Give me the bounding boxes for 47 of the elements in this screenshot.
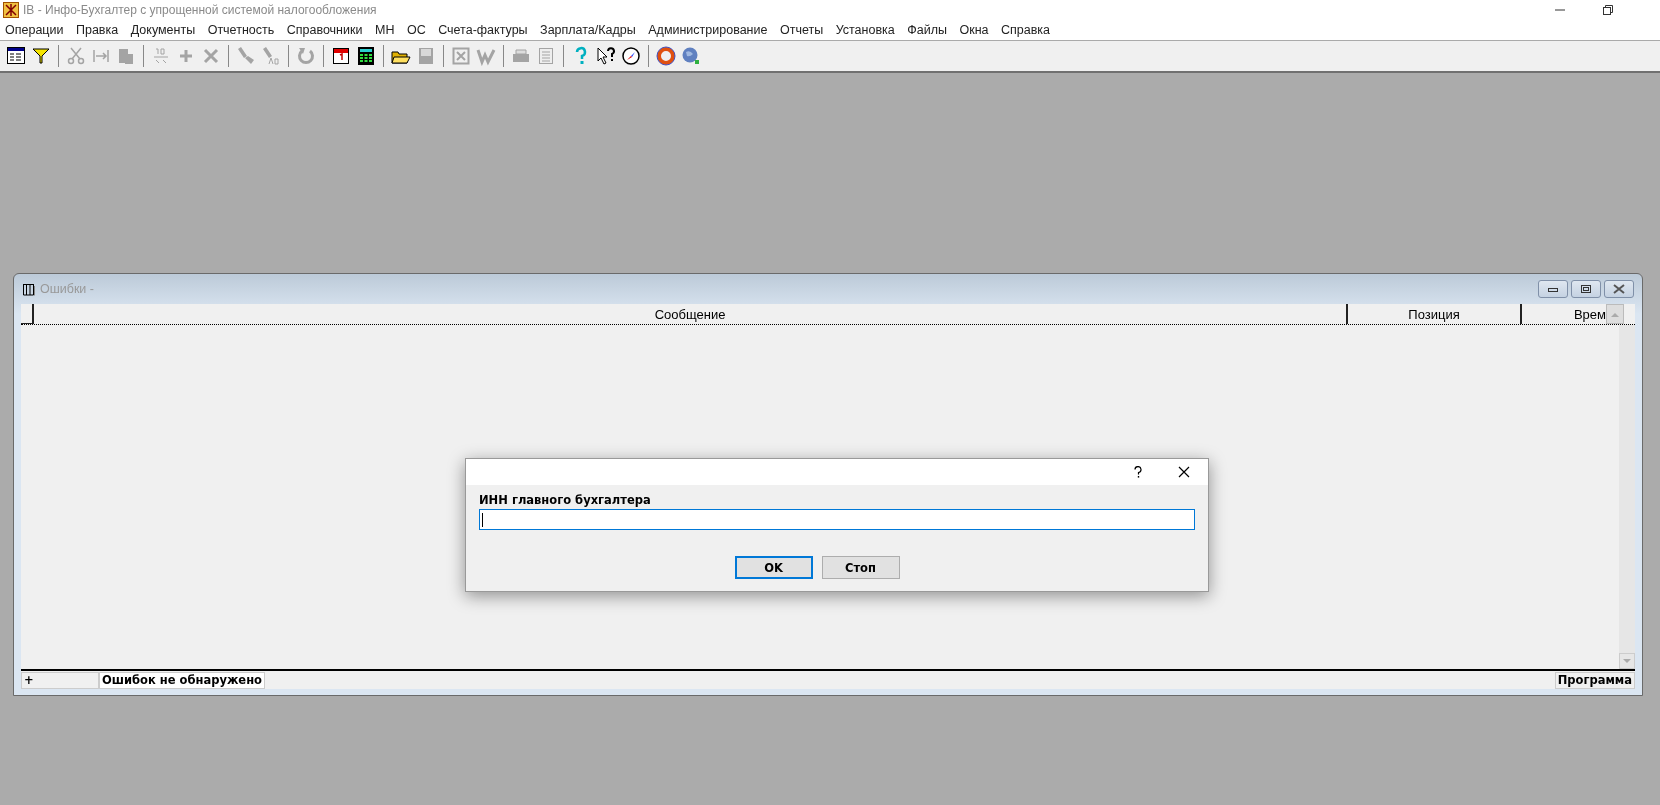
field-label: ИНН главного бухгалтера bbox=[479, 493, 652, 507]
globe-icon[interactable] bbox=[681, 46, 701, 66]
restore-icon[interactable] bbox=[1602, 4, 1614, 16]
menu-item[interactable]: Зарплата/Кадры bbox=[540, 23, 643, 37]
form-icon[interactable] bbox=[6, 46, 26, 66]
menu-item[interactable]: Справочники bbox=[286, 23, 369, 37]
menu-item[interactable]: ОС bbox=[406, 23, 433, 37]
status-cell: Программа bbox=[1554, 672, 1635, 689]
menu-item[interactable]: Окна bbox=[959, 23, 996, 37]
filter-icon[interactable] bbox=[31, 46, 51, 66]
minimize-icon bbox=[1547, 285, 1559, 293]
menu-item[interactable]: Файлы bbox=[907, 23, 954, 37]
close-icon[interactable] bbox=[1178, 466, 1190, 478]
menu-item[interactable]: Операции bbox=[5, 23, 70, 37]
table-icon bbox=[22, 282, 36, 296]
caret-up-icon bbox=[1611, 311, 1619, 317]
menu-item[interactable]: Администрирование bbox=[648, 23, 774, 37]
status-cell: Ошибок не обнаружено bbox=[99, 672, 265, 689]
menu-item[interactable]: Документы bbox=[130, 23, 202, 37]
help-icon[interactable] bbox=[1134, 466, 1142, 478]
menu-item[interactable]: Установка bbox=[835, 23, 902, 37]
menu-item[interactable]: Правка bbox=[76, 23, 125, 37]
compass-icon[interactable] bbox=[621, 46, 641, 66]
pointer-help-icon[interactable] bbox=[596, 46, 616, 66]
menu-item[interactable]: Отчеты bbox=[779, 23, 830, 37]
calculator-icon[interactable] bbox=[356, 46, 376, 66]
maximize-icon bbox=[1580, 284, 1592, 294]
dialog-button[interactable]: OK bbox=[734, 556, 813, 579]
close-icon bbox=[1612, 284, 1626, 294]
minimize-button[interactable] bbox=[1538, 280, 1568, 298]
scroll-up-button[interactable] bbox=[1606, 304, 1624, 324]
dialog-button[interactable]: Стоп bbox=[821, 556, 900, 579]
menu-item[interactable]: Счета-фактуры bbox=[438, 23, 535, 37]
close-button[interactable] bbox=[1604, 280, 1634, 298]
input-field[interactable] bbox=[479, 509, 1195, 530]
menu-item[interactable]: Справка bbox=[1001, 23, 1057, 37]
menu-item[interactable]: Отчетность bbox=[207, 23, 281, 37]
window-title: Ошибки - bbox=[40, 282, 94, 296]
menu-item[interactable]: МН bbox=[374, 23, 401, 37]
app-icon bbox=[3, 2, 19, 18]
maximize-button[interactable] bbox=[1571, 280, 1601, 298]
status-cell: + bbox=[21, 672, 99, 689]
lifebuoy-icon[interactable] bbox=[656, 46, 676, 66]
window-title: IB - Инфо-Бухгалтер с упрощенной системой налогообложения bbox=[23, 3, 377, 17]
caret-down-icon bbox=[1623, 658, 1631, 664]
vertical-scrollbar[interactable] bbox=[1619, 325, 1635, 669]
calendar-icon[interactable] bbox=[331, 46, 351, 66]
